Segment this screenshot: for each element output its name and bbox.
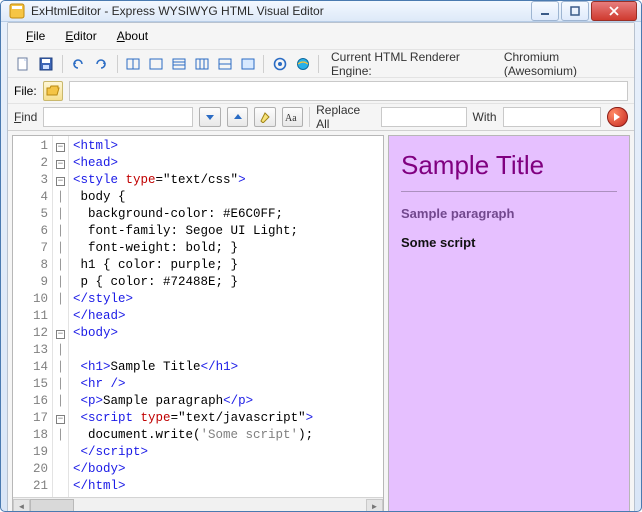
replace-label: Replace All <box>316 103 374 131</box>
main-split: 123456789101112131415161718192021 −−−│││… <box>8 131 634 512</box>
save-icon[interactable] <box>37 54 56 74</box>
svg-text:Aa: Aa <box>285 113 297 123</box>
layout-preview-icon[interactable] <box>238 54 257 74</box>
filebar: File: <box>8 77 634 103</box>
new-file-icon[interactable] <box>14 54 33 74</box>
layout-hsplit-icon[interactable] <box>215 54 234 74</box>
find-next-down-icon[interactable] <box>199 107 220 127</box>
fold-gutter[interactable]: −−−│││││││−││││−│ <box>53 136 69 497</box>
layout-vsplit-icon[interactable] <box>192 54 211 74</box>
horizontal-scrollbar[interactable]: ◄ ► <box>13 497 383 512</box>
toolbar-sep <box>62 55 63 73</box>
app-window: ExHtmlEditor - Express WYSIWYG HTML Visu… <box>0 0 642 512</box>
preview-heading: Sample Title <box>401 150 617 181</box>
with-label: With <box>473 110 497 124</box>
toolbar-sep <box>263 55 264 73</box>
file-path-input[interactable] <box>69 81 628 101</box>
engine-label: Current HTML Renderer Engine: <box>331 50 494 78</box>
menubar: File Editor About <box>8 23 634 49</box>
scroll-thumb[interactable] <box>30 499 74 512</box>
titlebar: ExHtmlEditor - Express WYSIWYG HTML Visu… <box>1 1 641 22</box>
client-area: File Editor About Current HTML Renderer … <box>7 22 635 512</box>
layout-split-icon[interactable] <box>124 54 143 74</box>
find-label: Find <box>14 110 37 124</box>
scroll-left-icon[interactable]: ◄ <box>13 499 30 512</box>
layout-single-icon[interactable] <box>147 54 166 74</box>
redo-icon[interactable] <box>92 54 111 74</box>
findbar: Find Aa Replace All With <box>8 103 634 131</box>
toolbar: Current HTML Renderer Engine: Chromium (… <box>8 49 634 77</box>
preview-paragraph: Sample paragraph <box>401 206 617 221</box>
menu-file[interactable]: File <box>18 26 53 46</box>
window-title: ExHtmlEditor - Express WYSIWYG HTML Visu… <box>31 4 529 18</box>
file-label: File: <box>14 84 37 98</box>
replace-go-button[interactable] <box>607 107 628 127</box>
line-number-gutter: 123456789101112131415161718192021 <box>13 136 53 497</box>
undo-icon[interactable] <box>69 54 88 74</box>
match-case-icon[interactable]: Aa <box>282 107 303 127</box>
window-buttons <box>529 1 637 21</box>
menu-editor[interactable]: Editor <box>57 26 104 46</box>
layout-list-icon[interactable] <box>170 54 189 74</box>
scroll-right-icon[interactable]: ► <box>366 499 383 512</box>
replace-input[interactable] <box>381 107 467 127</box>
with-input[interactable] <box>503 107 601 127</box>
find-next-up-icon[interactable] <box>227 107 248 127</box>
engine-value: Chromium (Awesomium) <box>504 50 628 78</box>
code-area[interactable]: <html> <head> <style type="text/css"> bo… <box>69 136 383 497</box>
menu-about[interactable]: About <box>109 26 156 46</box>
preview-script-output: Some script <box>401 235 617 250</box>
close-button[interactable] <box>591 1 637 21</box>
find-input[interactable] <box>43 107 193 127</box>
code-editor[interactable]: 123456789101112131415161718192021 −−−│││… <box>12 135 384 512</box>
toolbar-sep <box>318 55 319 73</box>
preview-pane: Sample Title Sample paragraph Some scrip… <box>388 135 630 512</box>
preview-hr <box>401 191 617 192</box>
maximize-button[interactable] <box>561 1 589 21</box>
minimize-button[interactable] <box>531 1 559 21</box>
app-icon <box>9 3 25 19</box>
chromium-icon[interactable] <box>270 54 289 74</box>
open-file-icon[interactable] <box>43 81 63 101</box>
scroll-track[interactable] <box>30 499 366 512</box>
ie-icon[interactable] <box>293 54 312 74</box>
findbar-sep <box>309 107 310 127</box>
toolbar-sep <box>117 55 118 73</box>
highlight-all-icon[interactable] <box>254 107 275 127</box>
